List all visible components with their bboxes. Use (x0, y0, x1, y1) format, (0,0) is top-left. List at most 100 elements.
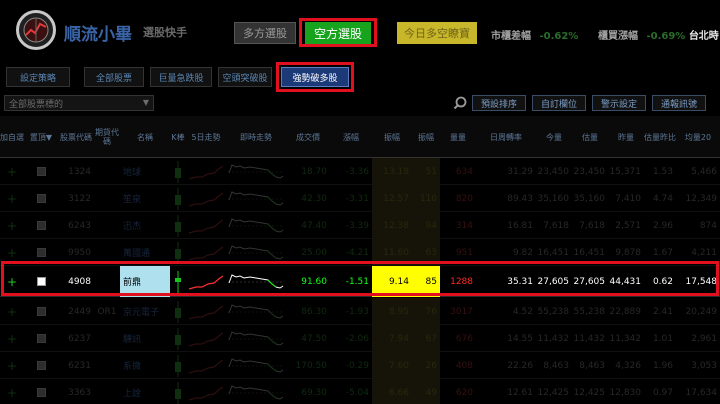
tab-row: 設定策略 全部股票 巨量急跌股 空頭突破股 強勢破多股 (0, 62, 720, 92)
tab-settings[interactable]: 設定策略 (6, 67, 70, 87)
price-cell: 170.50 (295, 360, 328, 371)
tab-volume-drop[interactable]: 巨量急跌股 (150, 67, 212, 87)
default-sort-button[interactable]: 預設排序 (472, 95, 526, 111)
stock-name[interactable]: 迅杰 (120, 212, 170, 239)
table-row[interactable]: +3363 上詮 69.30 -5.04 6.66 49 620 12.61 12,425 12,… (0, 379, 720, 404)
header-col-5day[interactable]: 5日走勢 (186, 116, 226, 158)
header-col-futures[interactable]: 期貨代碼 (94, 116, 120, 158)
table-row[interactable]: +2449 OR1 京元電子 86.30 -1.93 8.95 76 3017 4.52 55,2… (0, 298, 720, 325)
table-row[interactable]: +3122 笙泉 42.30 -3.31 12.57 110 820 89.43 35,160 3… (0, 185, 720, 212)
table-row[interactable]: +9950 萬國通 25.00 -4.21 11.60 63 951 9.82 16,451 16… (0, 239, 720, 266)
stock-name[interactable]: 前鼎 (120, 266, 170, 297)
stock-name[interactable]: 地球 (120, 158, 170, 185)
add-watchlist-icon[interactable]: + (0, 352, 24, 379)
app-logo (16, 10, 56, 50)
amplitude2-cell: 49 (412, 379, 440, 404)
ratio-cell: 1.53 (652, 166, 673, 177)
stock-code: 2449 (68, 306, 91, 317)
change-cell: -2.06 (345, 333, 369, 344)
header-col-today-vol[interactable]: 今量 (536, 116, 572, 158)
checkbox-icon[interactable] (36, 221, 46, 230)
stock-name[interactable]: 上詮 (120, 379, 170, 404)
table-row[interactable]: +4908 前鼎 91.60 -1.51 9.14 85 1288 35.31 27,605 27… (0, 266, 720, 297)
table-row[interactable]: +6237 驊訊 47.50 -2.06 7.94 67 676 14.55 11,432 11,… (0, 325, 720, 352)
pin-checkbox[interactable] (24, 379, 58, 404)
today-long-short-button[interactable]: 今日多空瞭寶 (397, 22, 477, 44)
header-col-yest-vol[interactable]: 昨量 (608, 116, 644, 158)
checkbox-icon[interactable] (36, 334, 46, 343)
checkbox-icon[interactable] (36, 167, 46, 176)
checkbox-icon[interactable] (36, 277, 46, 286)
yest-volume-cell: 12,830 (609, 387, 642, 398)
checkbox-icon[interactable] (36, 194, 46, 203)
header-col-change[interactable]: 漲幅 (330, 116, 372, 158)
stock-name[interactable]: 萬國通 (120, 239, 170, 266)
add-watchlist-icon[interactable]: + (0, 298, 24, 325)
turnover-cell: 9.82 (512, 247, 533, 258)
add-watchlist-icon[interactable]: + (0, 379, 24, 404)
header-col-avg20[interactable]: 均量20 (676, 116, 720, 158)
header-col-add[interactable]: 加自選 (0, 116, 24, 158)
logo-chart-icon (23, 17, 49, 43)
header-col-price[interactable]: 成交價 (286, 116, 330, 158)
add-watchlist-icon[interactable]: + (0, 185, 24, 212)
stock-name[interactable]: 系微 (120, 352, 170, 379)
header-col-volume[interactable]: 量量 (440, 116, 476, 158)
ratio-cell: 2.96 (652, 220, 673, 231)
tab-all-stocks[interactable]: 全部股票 (84, 67, 144, 87)
stock-name[interactable]: 笙泉 (120, 185, 170, 212)
pin-checkbox[interactable] (24, 298, 58, 325)
table-row[interactable]: +6231 系微 170.50 -0.29 7.60 26 408 22.26 8,463 8,4… (0, 352, 720, 379)
header-col-name[interactable]: 名稱 (120, 116, 170, 158)
pin-checkbox[interactable] (24, 352, 58, 379)
pin-checkbox[interactable] (24, 325, 58, 352)
table-row[interactable]: +1324 地球 18.70 -3.36 13.18 51 634 31.29 23,450 23… (0, 158, 720, 185)
tab-bear-breakout[interactable]: 空頭突破股 (218, 67, 272, 87)
futures-code (94, 379, 120, 404)
checkbox-icon[interactable] (36, 307, 46, 316)
app-name: 順流小畢 (64, 25, 132, 45)
add-watchlist-icon[interactable]: + (0, 212, 24, 239)
pin-checkbox[interactable] (24, 158, 58, 185)
today-volume-cell: 23,450 (537, 166, 570, 177)
add-watchlist-icon[interactable]: + (0, 325, 24, 352)
ticker-label: 市櫃差幅 (491, 31, 531, 42)
add-watchlist-icon[interactable]: + (0, 266, 24, 297)
notify-button[interactable]: 通報訊號 (652, 95, 706, 111)
checkbox-icon[interactable] (36, 248, 46, 257)
tab-strong-break[interactable]: 強勢破多股 (281, 67, 349, 87)
pin-checkbox[interactable] (24, 212, 58, 239)
price-cell: 91.60 (301, 276, 327, 287)
custom-columns-button[interactable]: 自訂欄位 (532, 95, 586, 111)
stock-scope-select[interactable]: 全部股票標的 ▼ (4, 95, 154, 111)
table-row[interactable]: +6243 迅杰 47.40 -3.39 12.38 94 314 16.81 7,618 7,6… (0, 212, 720, 239)
stock-name[interactable]: 京元電子 (120, 298, 170, 325)
amplitude-cell: 7.60 (372, 352, 412, 379)
header-col-realtime[interactable]: 即時走勢 (226, 116, 286, 158)
ratio-cell: 0.97 (652, 387, 673, 398)
add-watchlist-icon[interactable]: + (0, 239, 24, 266)
pin-checkbox[interactable] (24, 239, 58, 266)
checkbox-icon[interactable] (36, 388, 46, 397)
short-stock-button[interactable]: 空方選股 (305, 22, 371, 44)
header-col-code[interactable]: 股票代碼 (58, 116, 94, 158)
pin-checkbox[interactable] (24, 266, 58, 297)
header-col-turnover[interactable]: 日周轉率 (476, 116, 536, 158)
header-col-pin[interactable]: 置頂▼ (24, 116, 58, 158)
header-col-kbar[interactable]: K棒 (170, 116, 186, 158)
app-subtitle: 選股快手 (143, 26, 187, 39)
avg20-cell: 17,548 (685, 276, 718, 287)
pin-checkbox[interactable] (24, 185, 58, 212)
header-col-amplitude2[interactable]: 振幅 (412, 116, 440, 158)
long-stock-button[interactable]: 多方選股 (234, 22, 296, 44)
header-col-ratio[interactable]: 估量昨比 (644, 116, 676, 158)
alert-settings-button[interactable]: 警示設定 (592, 95, 646, 111)
stock-scope-value: 全部股票標的 (9, 99, 64, 110)
header-col-est-vol[interactable]: 估量 (572, 116, 608, 158)
amplitude-cell: 13.18 (372, 158, 412, 185)
header-col-amplitude[interactable]: 振幅 (372, 116, 412, 158)
search-icon[interactable] (453, 96, 467, 110)
checkbox-icon[interactable] (36, 361, 46, 370)
stock-name[interactable]: 驊訊 (120, 325, 170, 352)
add-watchlist-icon[interactable]: + (0, 158, 24, 185)
